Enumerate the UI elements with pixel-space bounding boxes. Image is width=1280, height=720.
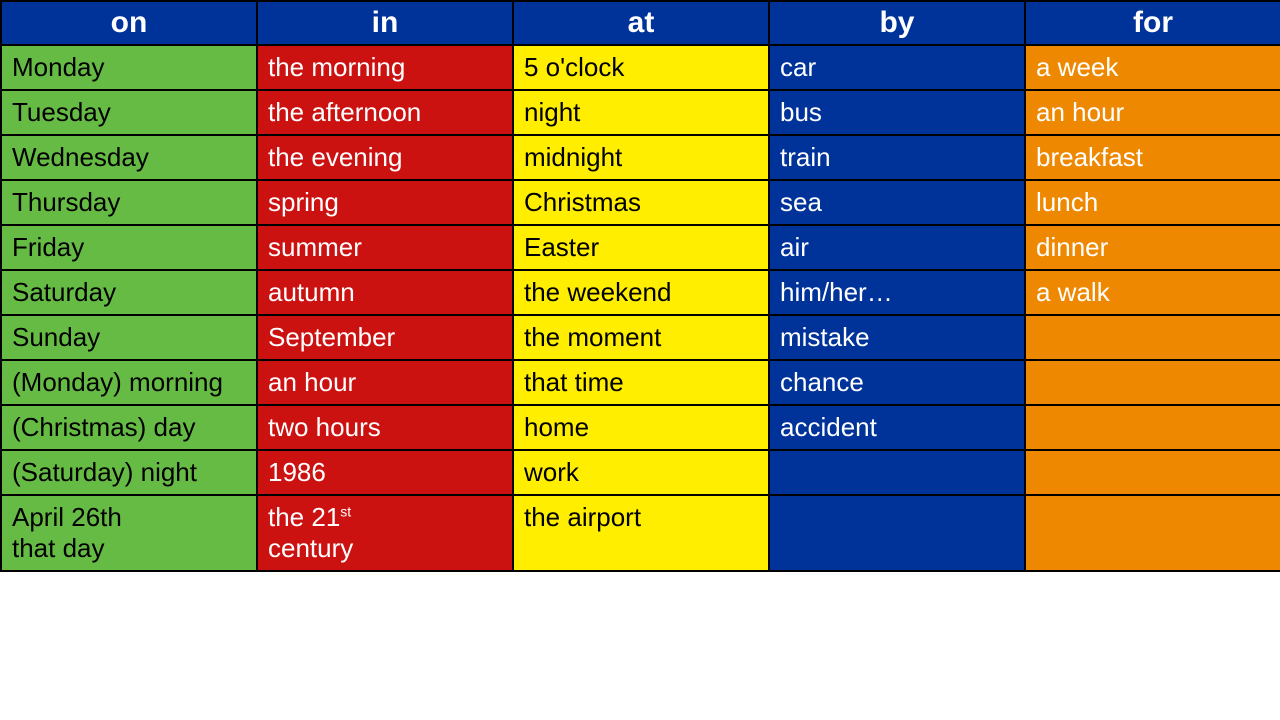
cell-in-row8: two hours bbox=[257, 405, 513, 450]
cell-on-row6: Sunday bbox=[1, 315, 257, 360]
header-on: on bbox=[1, 1, 257, 45]
cell-in-row6: September bbox=[257, 315, 513, 360]
cell-by-row4: air bbox=[769, 225, 1025, 270]
cell-on-row2: Wednesday bbox=[1, 135, 257, 180]
header-for: for bbox=[1025, 1, 1280, 45]
cell-on-row8: (Christmas) day bbox=[1, 405, 257, 450]
cell-at-row2: midnight bbox=[513, 135, 769, 180]
cell-at-row1: night bbox=[513, 90, 769, 135]
cell-in-row5: autumn bbox=[257, 270, 513, 315]
header-by: by bbox=[769, 1, 1025, 45]
cell-at-row6: the moment bbox=[513, 315, 769, 360]
cell-by-row6: mistake bbox=[769, 315, 1025, 360]
cell-on-row7: (Monday) morning bbox=[1, 360, 257, 405]
cell-at-row4: Easter bbox=[513, 225, 769, 270]
cell-by-row9 bbox=[769, 450, 1025, 495]
cell-by-row0: car bbox=[769, 45, 1025, 90]
cell-in-row3: spring bbox=[257, 180, 513, 225]
cell-at-row0: 5 o'clock bbox=[513, 45, 769, 90]
cell-on-row1: Tuesday bbox=[1, 90, 257, 135]
cell-for-row0: a week bbox=[1025, 45, 1280, 90]
cell-for-row7 bbox=[1025, 360, 1280, 405]
cell-for-row3: lunch bbox=[1025, 180, 1280, 225]
cell-in-row1: the afternoon bbox=[257, 90, 513, 135]
cell-at-row5: the weekend bbox=[513, 270, 769, 315]
cell-for-row9 bbox=[1025, 450, 1280, 495]
cell-at-row8: home bbox=[513, 405, 769, 450]
cell-by-row8: accident bbox=[769, 405, 1025, 450]
cell-for-row10 bbox=[1025, 495, 1280, 571]
cell-for-row4: dinner bbox=[1025, 225, 1280, 270]
cell-by-row2: train bbox=[769, 135, 1025, 180]
cell-by-row1: bus bbox=[769, 90, 1025, 135]
cell-at-row3: Christmas bbox=[513, 180, 769, 225]
cell-for-row5: a walk bbox=[1025, 270, 1280, 315]
cell-by-row3: sea bbox=[769, 180, 1025, 225]
cell-in-row9: 1986 bbox=[257, 450, 513, 495]
cell-for-row2: breakfast bbox=[1025, 135, 1280, 180]
cell-on-row5: Saturday bbox=[1, 270, 257, 315]
cell-by-row5: him/her… bbox=[769, 270, 1025, 315]
cell-on-row0: Monday bbox=[1, 45, 257, 90]
cell-for-row1: an hour bbox=[1025, 90, 1280, 135]
cell-in-row0: the morning bbox=[257, 45, 513, 90]
cell-for-row6 bbox=[1025, 315, 1280, 360]
cell-in-row7: an hour bbox=[257, 360, 513, 405]
header-at: at bbox=[513, 1, 769, 45]
cell-by-row10 bbox=[769, 495, 1025, 571]
cell-on-row10: April 26ththat day bbox=[1, 495, 257, 571]
cell-on-row4: Friday bbox=[1, 225, 257, 270]
cell-at-row7: that time bbox=[513, 360, 769, 405]
cell-at-row10: the airport bbox=[513, 495, 769, 571]
header-in: in bbox=[257, 1, 513, 45]
cell-at-row9: work bbox=[513, 450, 769, 495]
cell-in-row4: summer bbox=[257, 225, 513, 270]
cell-on-row9: (Saturday) night bbox=[1, 450, 257, 495]
cell-in-row2: the evening bbox=[257, 135, 513, 180]
cell-by-row7: chance bbox=[769, 360, 1025, 405]
cell-on-row3: Thursday bbox=[1, 180, 257, 225]
cell-for-row8 bbox=[1025, 405, 1280, 450]
cell-in-row10: the 21stcentury bbox=[257, 495, 513, 571]
